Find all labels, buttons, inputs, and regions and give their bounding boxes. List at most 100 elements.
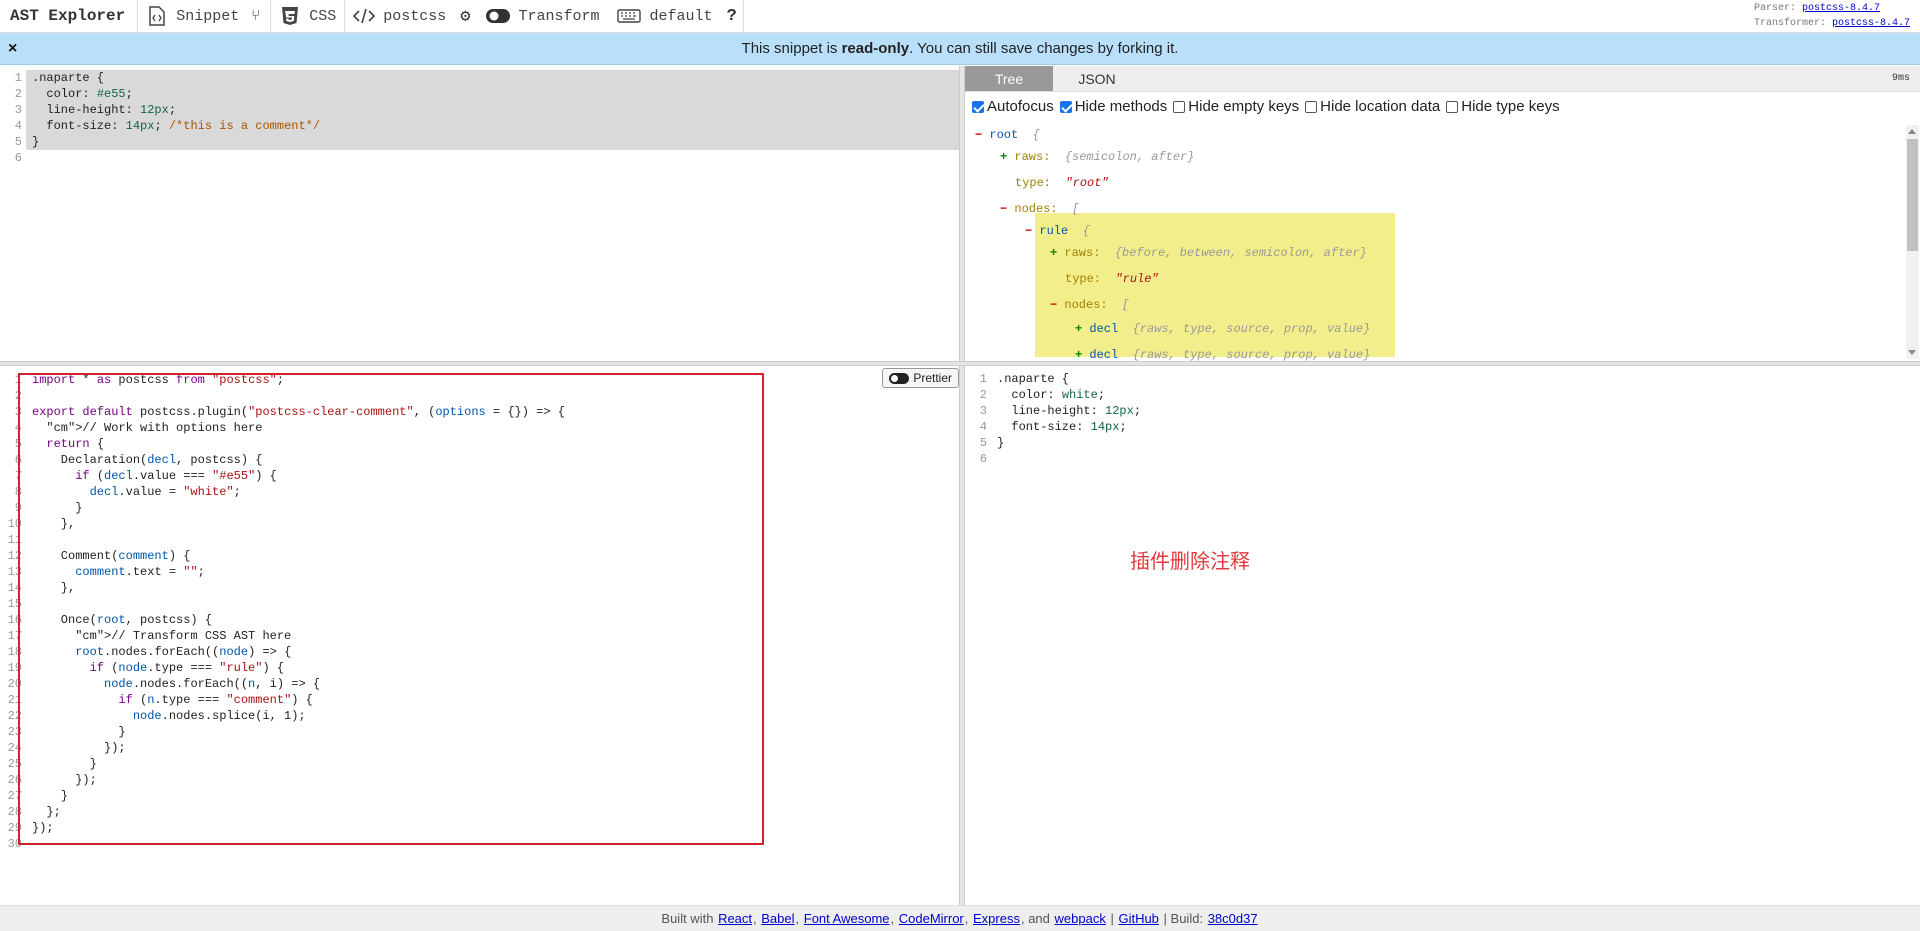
tree-node[interactable]: + decl {raws, type, source, prop, value} (1075, 319, 1370, 339)
output-code[interactable]: 1 .naparte {2 color: white; 3 line-height:… (965, 366, 1920, 467)
parser-settings-button[interactable]: ⚙ (454, 0, 476, 33)
code-line[interactable]: 9 } (0, 500, 959, 516)
footer-link-github[interactable]: GitHub (1118, 911, 1158, 926)
line-text: } (32, 501, 83, 515)
checkbox[interactable] (1446, 100, 1459, 113)
code-line[interactable]: 3 line-height: 12px; (0, 102, 959, 118)
tree-node[interactable]: + raws: {before, between, semicolon, aft… (1050, 243, 1367, 263)
option-autofocus[interactable]: Autofocus (972, 98, 1054, 115)
parser-menu[interactable]: postcss (345, 0, 454, 33)
tab-tree[interactable]: Tree (965, 66, 1053, 91)
footer-link-fontawesome[interactable]: Font Awesome (804, 911, 890, 926)
checkbox[interactable] (1173, 100, 1186, 113)
code-line[interactable]: 7 if (decl.value === "#e55") { (0, 468, 959, 484)
code-line[interactable]: 29}); (0, 820, 959, 836)
source-code[interactable]: 1 .naparte {2 color: #e55; 3 line-height: … (0, 66, 959, 166)
code-line[interactable]: 19 if (node.type === "rule") { (0, 660, 959, 676)
tree-node[interactable]: − nodes: [ (1050, 295, 1129, 315)
code-line[interactable]: 20 node.nodes.forEach((n, i) => { (0, 676, 959, 692)
code-line[interactable]: 3 export default postcss.plugin("postcss-… (0, 404, 959, 420)
code-line[interactable]: 25 } (0, 756, 959, 772)
code-line[interactable]: 16 Once(root, postcss) { (0, 612, 959, 628)
code-line[interactable]: 3 line-height: 12px; (965, 403, 1920, 419)
tree-node[interactable]: type: "root" (1015, 173, 1109, 193)
code-line[interactable]: 2 color: white; (965, 387, 1920, 403)
option-hide-methods[interactable]: Hide methods (1059, 98, 1167, 115)
code-line[interactable]: 27 } (0, 788, 959, 804)
tree-node[interactable]: + decl {raws, type, source, prop, value} (1075, 345, 1370, 361)
code-line[interactable]: 6 (965, 451, 1920, 467)
snippet-menu[interactable]: Snippet (138, 0, 247, 33)
option-hide-empty-keys[interactable]: Hide empty keys (1173, 98, 1299, 115)
line-text: return { (46, 437, 105, 451)
code-line[interactable]: 8 decl.value = "white"; (0, 484, 959, 500)
code-line[interactable]: 5 return { (0, 436, 959, 452)
tab-json[interactable]: JSON (1053, 66, 1141, 91)
scroll-up-icon[interactable] (1908, 129, 1916, 134)
keymap-menu[interactable]: default (608, 0, 721, 33)
code-line[interactable]: 21 if (n.type === "comment") { (0, 692, 959, 708)
tree-node[interactable]: − nodes: [ (1000, 199, 1079, 219)
code-line[interactable]: 13 comment.text = ""; (0, 564, 959, 580)
code-line[interactable]: 23 } (0, 724, 959, 740)
fork-button[interactable]: ⑂ (247, 0, 270, 33)
code-line[interactable]: 30 (0, 836, 959, 852)
ast-scrollbar[interactable] (1906, 125, 1919, 359)
language-menu[interactable]: CSS (271, 0, 344, 33)
option-hide-type-keys[interactable]: Hide type keys (1446, 98, 1560, 115)
help-button[interactable]: ? (721, 0, 743, 33)
code-line[interactable]: 4 font-size: 14px; (965, 419, 1920, 435)
code-line[interactable]: 5} (965, 435, 1920, 451)
line-number: 10 (7, 517, 22, 531)
code-line[interactable]: 28 }; (0, 804, 959, 820)
transform-code[interactable]: 1 import * as postcss from "postcss"; 2 3e… (0, 366, 959, 852)
option-hide-location-data[interactable]: Hide location data (1305, 98, 1440, 115)
keymap-label: default (649, 7, 713, 25)
footer-link-babel[interactable]: Babel (761, 911, 794, 926)
source-editor[interactable]: 1 .naparte {2 color: #e55; 3 line-height: … (0, 66, 959, 361)
code-line[interactable]: 24 }); (0, 740, 959, 756)
tree-node[interactable]: + raws: {semicolon, after} (1000, 147, 1194, 167)
close-icon[interactable]: × (8, 40, 17, 58)
checkbox[interactable] (1305, 100, 1318, 113)
parser-version-link[interactable]: postcss-8.4.7 (1802, 3, 1880, 14)
code-line[interactable]: 18 root.nodes.forEach((node) => { (0, 644, 959, 660)
code-line[interactable]: 5} (0, 134, 959, 150)
code-line[interactable]: 6 (0, 150, 959, 166)
code-line[interactable]: 10 }, (0, 516, 959, 532)
code-line[interactable]: 22 node.nodes.splice(i, 1); (0, 708, 959, 724)
checkbox[interactable] (1059, 100, 1072, 113)
tree-node[interactable]: − root { (975, 125, 1040, 145)
transform-toggle[interactable]: Transform (477, 0, 608, 33)
transform-editor[interactable]: 1 import * as postcss from "postcss"; 2 3e… (0, 366, 959, 905)
code-line[interactable]: 1 .naparte { (965, 371, 1920, 387)
code-line[interactable]: 26 }); (0, 772, 959, 788)
code-line[interactable]: 2 color: #e55; (0, 86, 959, 102)
line-number: 4 (14, 421, 22, 435)
transformer-version-link[interactable]: postcss-8.4.7 (1832, 18, 1910, 29)
code-line[interactable]: 14 }, (0, 580, 959, 596)
footer-link-build[interactable]: 38c0d37 (1208, 911, 1258, 926)
code-line[interactable]: 17 "cm">// Transform CSS AST here (0, 628, 959, 644)
code-line[interactable]: 2 (0, 388, 959, 404)
code-line[interactable]: 4 font-size: 14px; /*this is a comment*/ (0, 118, 959, 134)
code-line[interactable]: 11 (0, 532, 959, 548)
prettier-toggle[interactable]: Prettier (882, 368, 959, 388)
code-line[interactable]: 12 Comment(comment) { (0, 548, 959, 564)
tree-node[interactable]: type: "rule" (1065, 269, 1159, 289)
code-line[interactable]: 1 import * as postcss from "postcss"; (0, 372, 959, 388)
code-line[interactable]: 1 .naparte { (0, 70, 959, 86)
output-editor[interactable]: 1 .naparte {2 color: white; 3 line-height:… (965, 366, 1920, 905)
code-line[interactable]: 6 Declaration(decl, postcss) { (0, 452, 959, 468)
footer-link-codemirror[interactable]: CodeMirror (899, 911, 964, 926)
code-line[interactable]: 4 "cm">// Work with options here (0, 420, 959, 436)
footer-link-react[interactable]: React (718, 911, 752, 926)
tree-node[interactable]: − rule { (1025, 221, 1090, 241)
footer-link-express[interactable]: Express (973, 911, 1020, 926)
code-line[interactable]: 15 (0, 596, 959, 612)
footer-link-webpack[interactable]: webpack (1055, 911, 1106, 926)
prettier-label: Prettier (913, 371, 952, 385)
scroll-thumb[interactable] (1907, 139, 1918, 251)
scroll-down-icon[interactable] (1908, 350, 1916, 355)
checkbox[interactable] (972, 100, 984, 113)
